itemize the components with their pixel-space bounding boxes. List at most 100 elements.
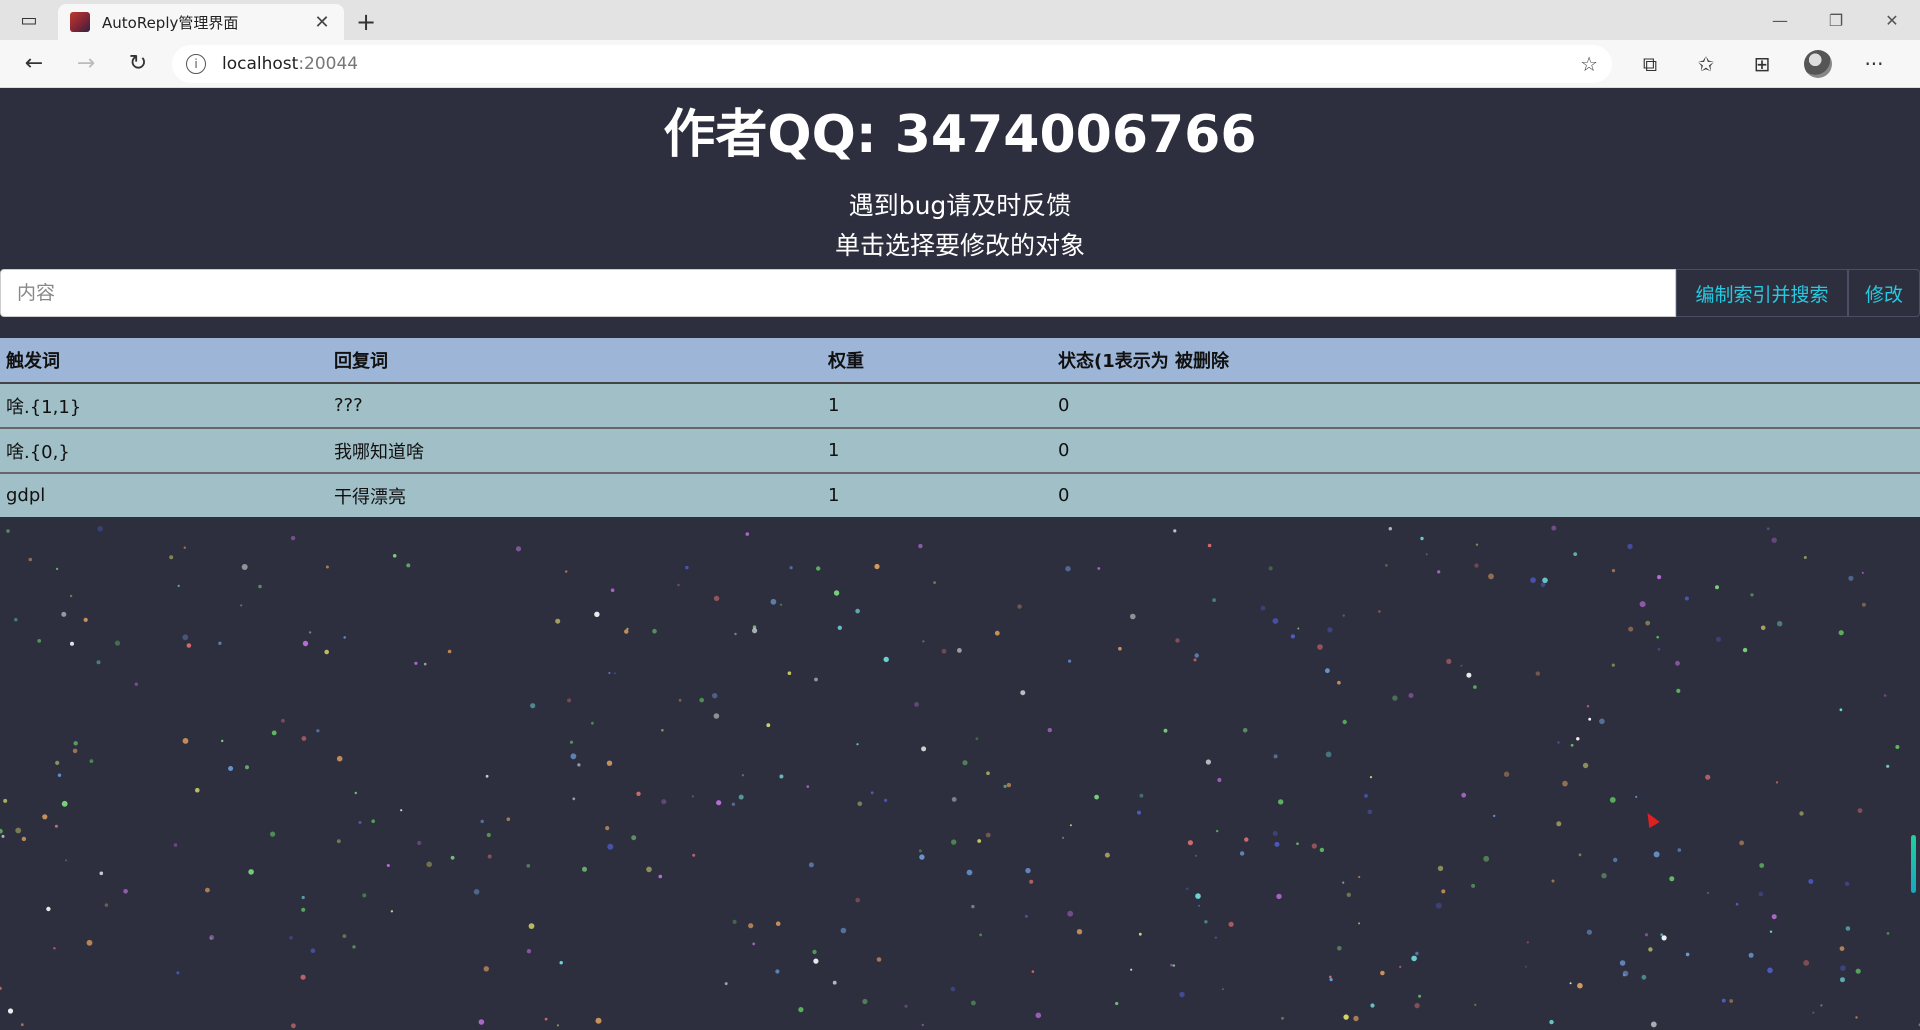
minimize-icon[interactable]: —	[1752, 0, 1808, 40]
particle-dot	[1268, 566, 1273, 571]
window-close-icon[interactable]: ✕	[1864, 0, 1920, 40]
table-cell: 1	[822, 428, 1052, 474]
index-search-button[interactable]: 编制索引并搜索	[1676, 269, 1848, 317]
particle-dot	[73, 741, 78, 746]
particle-dot	[173, 843, 178, 847]
restore-icon[interactable]: ❐	[1808, 0, 1864, 40]
particle-dot	[832, 980, 837, 985]
tab-title: AutoReply管理界面	[102, 13, 239, 32]
tab-close-icon[interactable]: ✕	[312, 12, 332, 33]
site-info-icon[interactable]: i	[186, 53, 206, 74]
particle-dot	[752, 942, 756, 946]
particle-dot	[316, 729, 320, 733]
particle-dot	[1076, 929, 1083, 935]
particle-dot	[290, 535, 296, 541]
table-cell: 啥.{1,1}	[0, 383, 328, 429]
particle-dot	[1760, 625, 1766, 631]
particle-dot	[1221, 988, 1224, 991]
particle-dot	[962, 760, 968, 766]
table-row[interactable]: gdpl 干得漂亮 1 0	[0, 473, 1920, 517]
particle-dot	[1139, 793, 1144, 798]
particle-dot	[14, 618, 18, 622]
particle-dot	[271, 730, 277, 736]
particle-dot	[1415, 951, 1419, 956]
particle-dot	[855, 897, 860, 903]
favorites-icon[interactable]: ✩	[1678, 44, 1734, 84]
particle-dot	[1557, 741, 1560, 744]
particle-dot	[1748, 952, 1754, 958]
particle-dot	[833, 590, 840, 596]
particle-dot	[526, 864, 531, 868]
particle-dot	[812, 949, 817, 955]
particle-dot	[691, 795, 694, 798]
scrollbar-thumb[interactable]	[1911, 835, 1916, 893]
particle-dot	[884, 798, 888, 803]
particle-dot	[0, 986, 2, 990]
particle-dot	[1586, 705, 1590, 708]
particle-dot	[1329, 975, 1332, 979]
particle-dot	[1540, 582, 1546, 588]
particle-dot	[951, 839, 957, 845]
particle-dot	[1290, 634, 1295, 639]
particle-dot	[1803, 556, 1807, 559]
profile-icon[interactable]	[1790, 44, 1846, 84]
particle-dot	[343, 636, 347, 639]
add-favorite-icon[interactable]: ☆	[1580, 52, 1598, 76]
particle-dot	[1175, 638, 1180, 643]
table-header-row: 触发词 回复词 权重 状态(1表示为 被删除	[0, 338, 1920, 384]
page-content: 作者QQ: 3474006766 遇到bug请及时反馈 单击选择要修改的对象 编…	[0, 88, 1920, 1030]
url-host: localhost	[222, 53, 299, 74]
particle-dot	[450, 855, 455, 860]
particle-dot	[1685, 952, 1690, 957]
modify-button[interactable]: 修改	[1848, 269, 1920, 317]
particle-dot	[123, 889, 128, 894]
particle-dot	[1020, 690, 1026, 696]
particle-dot	[1031, 970, 1035, 973]
particle-dot	[1311, 843, 1317, 849]
particle-dot	[1729, 999, 1734, 1003]
particle-dot	[1205, 759, 1211, 765]
particle-dot	[1003, 784, 1007, 789]
particle-dot	[1653, 851, 1660, 858]
particle-dot	[1839, 946, 1845, 951]
particle-dot	[354, 791, 357, 795]
tab-actions-icon[interactable]: ▭	[0, 0, 58, 40]
back-icon[interactable]: ←	[8, 44, 60, 84]
address-bar[interactable]: i localhost:20044 ☆	[172, 44, 1612, 83]
particle-dot	[480, 819, 484, 824]
particle-dot	[1193, 658, 1197, 662]
particle-dot	[1, 834, 5, 838]
content-input[interactable]	[0, 269, 1676, 317]
more-menu-icon[interactable]: ···	[1846, 44, 1902, 84]
particle-dot	[1767, 967, 1773, 974]
tab-bar: ▭ AutoReply管理界面 ✕ + — ❐ ✕	[0, 0, 1920, 40]
particle-dot	[7, 1008, 14, 1014]
particle-dot	[400, 809, 403, 812]
particle-dot	[1777, 621, 1783, 627]
particle-dot	[1327, 627, 1333, 633]
particle-dot	[300, 974, 306, 980]
reply-table: 触发词 回复词 权重 状态(1表示为 被删除 啥.{1,1} ??? 1 0 啥…	[0, 338, 1920, 517]
particle-dot	[1601, 873, 1607, 879]
table-row[interactable]: 啥.{1,1} ??? 1 0	[0, 383, 1920, 429]
particle-dot	[37, 639, 42, 643]
table-row[interactable]: 啥.{0,} 我哪知道啥 1 0	[0, 428, 1920, 474]
particle-dot	[608, 671, 611, 675]
particle-dot	[658, 874, 663, 879]
particle-dot	[921, 1023, 924, 1027]
particle-dot	[1471, 883, 1476, 888]
extensions-icon[interactable]: ⧉	[1622, 44, 1678, 84]
particle-dot	[1586, 929, 1592, 935]
particle-dot	[1418, 994, 1422, 998]
particle-dot	[979, 933, 982, 937]
particle-dot	[195, 787, 200, 793]
new-tab-button[interactable]: +	[344, 4, 388, 40]
particle-dot	[1716, 636, 1721, 642]
particle-dot	[837, 625, 842, 630]
collections-icon[interactable]: ⊞	[1734, 44, 1790, 84]
forward-icon[interactable]: →	[60, 44, 112, 84]
particle-dot	[1461, 792, 1467, 798]
tab-active[interactable]: AutoReply管理界面 ✕	[58, 4, 344, 40]
particle-dot	[779, 603, 783, 606]
reload-icon[interactable]: ↻	[112, 44, 164, 84]
